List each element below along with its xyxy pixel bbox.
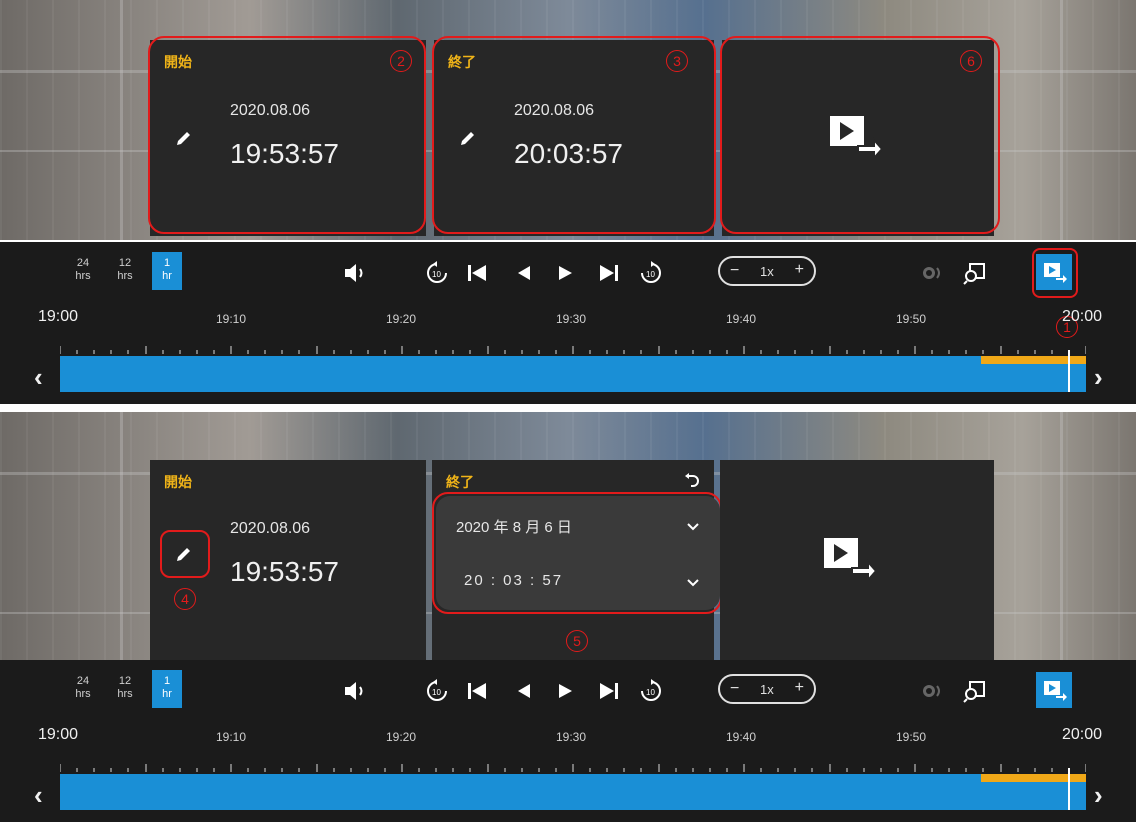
range-12hrs-button[interactable]: 12 hrs — [110, 252, 140, 290]
range-1hr-button[interactable]: 1 hr — [152, 670, 182, 708]
tick-label: 19:50 — [896, 730, 927, 744]
step-back-icon[interactable] — [512, 678, 538, 704]
zoom-frame-icon[interactable] — [962, 260, 988, 286]
tick-label: 19:10 — [216, 312, 247, 326]
start-label: 開始 — [164, 474, 192, 490]
tick-label: 19:30 — [556, 312, 587, 326]
top-panel: 開始 2020.08.06 19:53:57 2 終了 2020.08.06 2… — [0, 0, 1136, 404]
chevron-left-icon[interactable]: ‹ — [34, 780, 43, 811]
skip-start-icon[interactable] — [464, 260, 490, 286]
tick-label: 19:10 — [216, 730, 247, 744]
forward-10-icon[interactable]: 10 — [638, 260, 664, 286]
skip-end-icon[interactable] — [596, 678, 622, 704]
export-card[interactable] — [720, 460, 994, 660]
svg-text:10: 10 — [646, 688, 655, 697]
speed-value: 1x — [760, 682, 774, 697]
zoom-frame-icon[interactable] — [962, 678, 988, 704]
export-icon[interactable] — [824, 538, 876, 580]
svg-text:10: 10 — [432, 270, 441, 279]
tick-label: 19:00 — [38, 308, 79, 325]
play-icon[interactable] — [552, 678, 578, 704]
annotation-marker: 3 — [666, 50, 688, 72]
timeline-track[interactable] — [60, 760, 1086, 820]
timeline-playhead — [1068, 350, 1070, 392]
skip-end-icon[interactable] — [596, 260, 622, 286]
range-12hrs-button[interactable]: 12 hrs — [110, 670, 140, 708]
playback-toolbar: 24 hrs 12 hrs 1 hr 10 10 − 1x + 1 19:00 19:… — [0, 242, 1136, 404]
tick-label: 19:40 — [726, 312, 757, 326]
timeline-selection — [981, 774, 1086, 782]
tick-label: 19:20 — [386, 312, 417, 326]
playback-toolbar: 24 hrs 12 hrs 1 hr 10 10 − 1x + 19:00 19:10… — [0, 660, 1136, 822]
range-1hr-button[interactable]: 1 hr — [152, 252, 182, 290]
range-24hrs-button[interactable]: 24 hrs — [68, 670, 98, 708]
undo-icon[interactable] — [682, 472, 700, 490]
chevron-right-icon[interactable]: › — [1094, 780, 1103, 811]
speed-control[interactable]: − 1x + — [718, 256, 816, 286]
tick-label: 19:50 — [896, 312, 927, 326]
annotation-marker: 6 — [960, 50, 982, 72]
volume-icon[interactable] — [342, 678, 368, 704]
speed-value: 1x — [760, 264, 774, 279]
skip-start-icon[interactable] — [464, 678, 490, 704]
forward-10-icon[interactable]: 10 — [638, 678, 664, 704]
export-icon — [1044, 681, 1067, 701]
eye-icon — [923, 267, 940, 279]
tick-label: 20:00 — [1062, 726, 1103, 743]
speed-increase-button[interactable]: + — [795, 679, 804, 697]
export-button[interactable] — [1036, 672, 1072, 708]
eye-icon — [923, 685, 940, 697]
volume-icon[interactable] — [342, 260, 368, 286]
annotation-marker: 5 — [566, 630, 588, 652]
speed-increase-button[interactable]: + — [795, 261, 804, 279]
range-24hrs-button[interactable]: 24 hrs — [68, 252, 98, 290]
timeline[interactable]: ‹ › — [0, 342, 1136, 404]
start-date: 2020.08.06 — [230, 520, 311, 537]
replay-10-icon[interactable]: 10 — [424, 260, 450, 286]
chevron-right-icon[interactable]: › — [1094, 362, 1103, 393]
annotation-marker: 4 — [174, 588, 196, 610]
start-time: 19:53:57 — [230, 556, 339, 587]
play-icon[interactable] — [552, 260, 578, 286]
tick-label: 20:00 — [1062, 308, 1103, 325]
timeline-track[interactable] — [60, 342, 1086, 402]
timeline[interactable]: ‹ › — [0, 760, 1136, 822]
speed-decrease-button[interactable]: − — [730, 262, 739, 280]
annotation-marker: 2 — [390, 50, 412, 72]
svg-text:10: 10 — [432, 688, 441, 697]
tick-label: 19:20 — [386, 730, 417, 744]
speed-control[interactable]: − 1x + — [718, 674, 816, 704]
replay-10-icon[interactable]: 10 — [424, 678, 450, 704]
timeline-playhead — [1068, 768, 1070, 810]
chevron-left-icon[interactable]: ‹ — [34, 362, 43, 393]
speed-decrease-button[interactable]: − — [730, 680, 739, 698]
timeline-recorded-bar — [60, 774, 1086, 810]
tick-label: 19:00 — [38, 726, 79, 743]
bottom-panel: 開始 2020.08.06 19:53:57 4 終了 2020 年 8 月 6… — [0, 412, 1136, 822]
svg-text:10: 10 — [646, 270, 655, 279]
end-label: 終了 — [446, 474, 474, 490]
timeline-selection — [981, 356, 1086, 364]
tick-label: 19:30 — [556, 730, 587, 744]
tick-label: 19:40 — [726, 730, 757, 744]
step-back-icon[interactable] — [512, 260, 538, 286]
timeline-recorded-bar — [60, 356, 1086, 392]
